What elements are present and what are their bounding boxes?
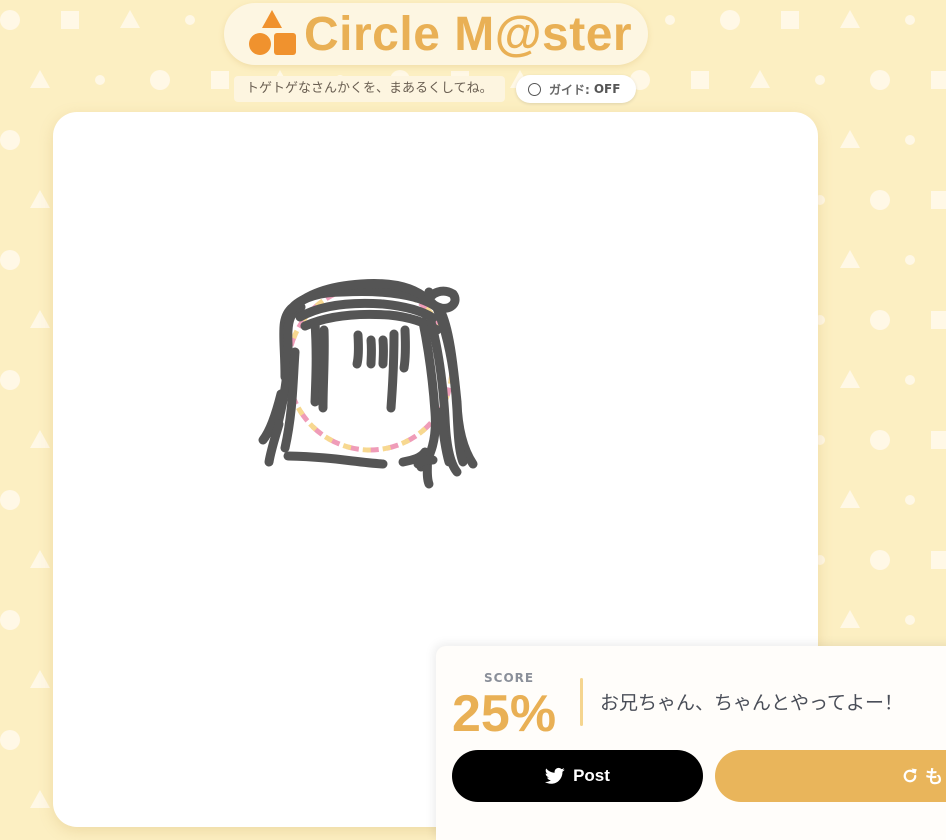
triangle-circle-square-logo-icon bbox=[249, 10, 296, 55]
background-shape bbox=[815, 75, 825, 85]
background-shape bbox=[61, 11, 79, 29]
background-shape bbox=[870, 70, 890, 90]
background-shape bbox=[0, 130, 20, 150]
background-shape bbox=[870, 190, 890, 210]
background-shape bbox=[720, 10, 740, 30]
background-shape bbox=[95, 75, 105, 85]
background-shape bbox=[691, 71, 709, 89]
background-shape bbox=[30, 550, 50, 568]
score-message: お兄ちゃん、ちゃんとやってよー！ bbox=[600, 692, 904, 714]
background-shape bbox=[0, 730, 20, 750]
background-shape bbox=[840, 490, 860, 508]
background-shape bbox=[931, 551, 946, 569]
guide-label: ガイド: bbox=[549, 82, 590, 97]
background-shape bbox=[0, 250, 20, 270]
background-shape bbox=[905, 135, 915, 145]
retry-label: も bbox=[925, 767, 943, 787]
score-divider bbox=[580, 678, 583, 726]
score-label: SCORE bbox=[484, 671, 535, 685]
background-shape bbox=[931, 71, 946, 89]
background-shape bbox=[0, 610, 20, 630]
result-panel: SCORE 25% お兄ちゃん、ちゃんとやってよー！ Post も bbox=[436, 646, 946, 840]
background-shape bbox=[870, 550, 890, 570]
background-shape bbox=[665, 15, 675, 25]
background-shape bbox=[185, 15, 195, 25]
background-shape bbox=[931, 191, 946, 209]
background-shape bbox=[870, 430, 890, 450]
background-shape bbox=[840, 10, 860, 28]
background-shape bbox=[30, 430, 50, 448]
background-shape bbox=[905, 375, 915, 385]
guide-state: OFF bbox=[593, 82, 621, 96]
background-shape bbox=[30, 670, 50, 688]
post-label: Post bbox=[573, 766, 610, 785]
background-shape bbox=[30, 190, 50, 208]
background-shape bbox=[30, 310, 50, 328]
background-shape bbox=[120, 10, 140, 28]
background-shape bbox=[781, 11, 799, 29]
app-header: Circle M@ster bbox=[224, 3, 648, 65]
retry-button[interactable]: も bbox=[715, 750, 946, 802]
background-shape bbox=[840, 130, 860, 148]
twitter-bird-icon bbox=[545, 767, 565, 784]
score-value: 25% bbox=[452, 685, 557, 743]
radio-off-icon bbox=[528, 82, 541, 96]
user-drawn-stroke bbox=[258, 279, 478, 489]
background-shape bbox=[840, 370, 860, 388]
guide-toggle[interactable]: ガイド: OFF bbox=[516, 75, 636, 103]
background-shape bbox=[0, 370, 20, 390]
instruction-text: トゲトゲなさんかくを、まあるくしてね。 bbox=[234, 76, 505, 102]
background-shape bbox=[905, 495, 915, 505]
refresh-icon bbox=[903, 768, 917, 783]
background-shape bbox=[211, 71, 229, 89]
background-shape bbox=[840, 250, 860, 268]
background-shape bbox=[840, 610, 860, 628]
background-shape bbox=[905, 615, 915, 625]
background-shape bbox=[0, 10, 20, 30]
background-shape bbox=[931, 311, 946, 329]
background-shape bbox=[150, 70, 170, 90]
background-shape bbox=[870, 310, 890, 330]
app-title: Circle M@ster bbox=[304, 8, 633, 61]
background-shape bbox=[30, 70, 50, 88]
background-shape bbox=[905, 255, 915, 265]
background-shape bbox=[931, 431, 946, 449]
background-shape bbox=[750, 70, 770, 88]
background-shape bbox=[30, 790, 50, 808]
background-shape bbox=[0, 490, 20, 510]
background-shape bbox=[905, 15, 915, 25]
post-button[interactable]: Post bbox=[452, 750, 703, 802]
